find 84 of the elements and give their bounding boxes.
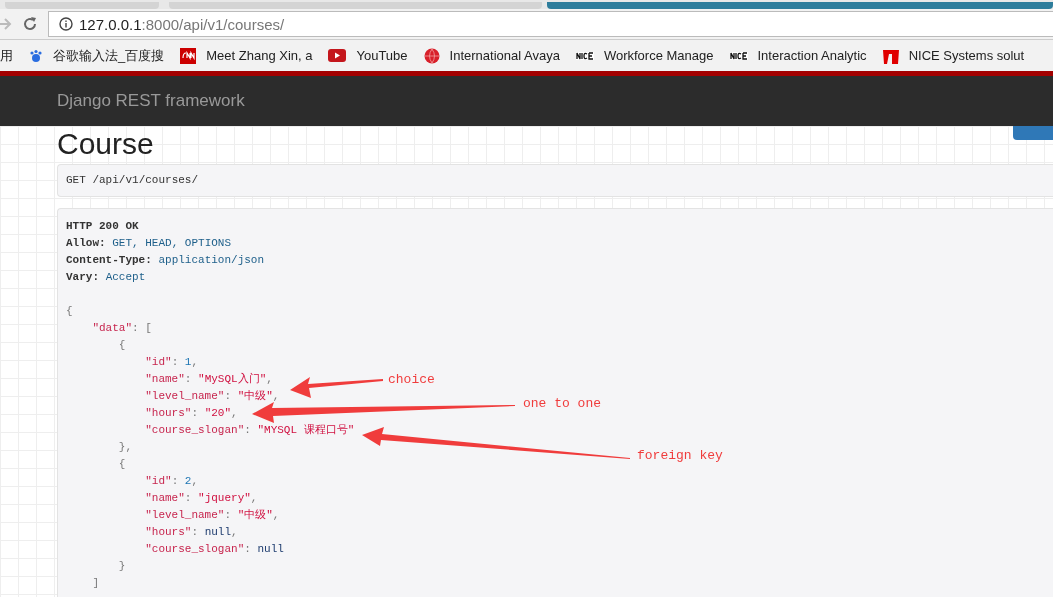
annotation-label: one to one <box>523 396 601 411</box>
flag-icon <box>882 47 899 64</box>
json-punct: : <box>191 526 200 538</box>
json-punct: { <box>117 339 126 351</box>
request-line: GET /api/v1/courses/ <box>66 173 200 188</box>
bookmark[interactable]: Meet Zhang Xin, a <box>172 47 321 64</box>
header-value: application/json <box>158 254 265 266</box>
json-key: "hours" <box>66 407 192 419</box>
json-punct: , <box>191 475 199 487</box>
json-punct: ] <box>91 577 99 589</box>
json-punct: }, <box>117 441 132 453</box>
header-name: Content-Type: <box>66 254 152 266</box>
brand-link[interactable]: Django REST framework <box>57 91 245 111</box>
info-icon <box>59 17 73 31</box>
cnn-logo-icon <box>180 47 197 64</box>
json-key: "level_name" <box>66 509 225 521</box>
url-path: :8000/api/v1/courses/ <box>141 15 285 33</box>
json-punct: , <box>272 509 280 521</box>
forward-icon[interactable] <box>0 17 12 31</box>
address-bar[interactable]: 127.0.0.1:8000/api/v1/courses/ <box>48 11 1053 37</box>
json-punct: : <box>224 509 233 521</box>
json-punct: , <box>266 373 273 385</box>
json-punct: : [ <box>132 322 152 334</box>
json-key: "level_name" <box>66 390 225 402</box>
json-key: "hours" <box>66 526 192 538</box>
bookmark[interactable]: Workforce Manage <box>567 48 722 63</box>
paw-icon <box>29 48 43 63</box>
bookmark[interactable]: 用 <box>0 46 21 65</box>
url-host: 127.0.0.1 <box>79 15 142 33</box>
json-punct: : <box>184 373 193 385</box>
json-key: "data" <box>66 322 132 334</box>
json-number: 1 <box>184 356 192 368</box>
json-punct: , <box>272 390 280 402</box>
json-key: "id" <box>66 475 172 487</box>
reload-icon[interactable] <box>22 16 38 32</box>
format-button[interactable] <box>1013 126 1053 140</box>
json-key: "name" <box>66 492 185 504</box>
json-punct: , <box>231 526 238 538</box>
json-string: "中级" <box>237 509 273 521</box>
bookmark[interactable]: 谷歌输入法_百度搜 <box>21 46 173 65</box>
json-punct: , <box>191 356 199 368</box>
json-punct: { <box>66 305 73 317</box>
header-value: Accept <box>105 271 146 283</box>
annotation-label: foreign key <box>637 448 723 463</box>
json-punct: : <box>184 492 193 504</box>
json-string: "jquery" <box>198 492 251 504</box>
bookmark[interactable]: International Avaya <box>415 47 568 64</box>
json-string: "中级" <box>237 390 273 402</box>
annotation-label: choice <box>388 372 435 387</box>
json-key: "course_slogan" <box>66 424 245 436</box>
logo-icon <box>575 51 594 60</box>
play-icon <box>328 49 347 62</box>
json-literal: null <box>204 526 232 538</box>
json-punct: : <box>244 543 252 555</box>
json-literal: null <box>257 543 284 555</box>
json-punct: } <box>117 560 126 572</box>
json-string: "MySQL入门" <box>198 373 267 385</box>
browser-tab[interactable] <box>169 2 543 9</box>
header-name: Vary: <box>66 271 99 283</box>
json-key: "id" <box>66 356 172 368</box>
json-string: "MYSQL 课程口号" <box>257 424 355 436</box>
json-punct: , <box>250 492 258 504</box>
json-punct: , <box>231 407 238 419</box>
json-punct: : <box>224 390 233 402</box>
browser-tab[interactable] <box>547 2 1053 9</box>
logo-icon <box>729 51 748 60</box>
bookmark[interactable]: YouTube <box>320 48 416 63</box>
globe-icon <box>423 47 440 64</box>
page-title: Course <box>57 127 154 161</box>
json-punct: { <box>117 458 126 470</box>
json-punct: : <box>244 424 252 436</box>
json-punct: : <box>171 475 180 487</box>
json-punct: : <box>191 407 200 419</box>
bookmark[interactable]: NICE Systems solut <box>874 47 1033 64</box>
json-key: "course_slogan" <box>66 543 245 555</box>
bookmark[interactable]: Interaction Analytic <box>721 48 875 63</box>
header-name: Allow: <box>66 237 106 249</box>
status-line: HTTP 200 OK <box>66 220 139 232</box>
json-key: "name" <box>66 373 185 385</box>
browser-tab[interactable] <box>5 2 160 9</box>
json-punct: : <box>171 356 180 368</box>
json-number: 2 <box>184 475 192 487</box>
header-value: GET, HEAD, OPTIONS <box>112 237 232 249</box>
json-string: "20" <box>204 407 232 419</box>
